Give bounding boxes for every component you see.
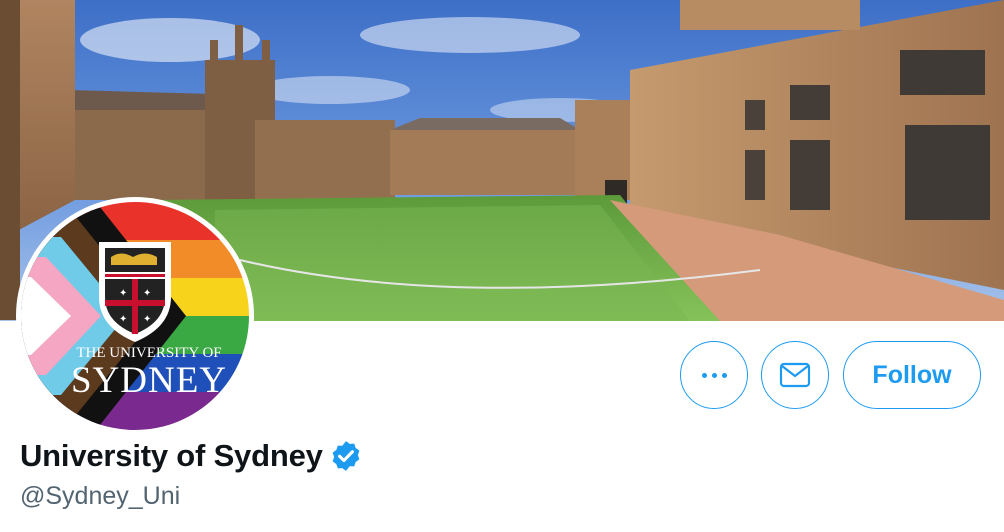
profile-handle: @Sydney_Uni [20, 482, 181, 510]
svg-text:✦: ✦ [119, 314, 127, 325]
follow-button[interactable]: Follow [843, 341, 981, 409]
more-options-button[interactable] [680, 341, 748, 409]
verified-badge-icon [329, 439, 363, 473]
svg-text:✦: ✦ [143, 314, 151, 325]
profile-name: University of Sydney [20, 438, 323, 473]
svg-text:✦: ✦ [119, 288, 127, 299]
message-button[interactable] [761, 341, 829, 409]
envelope-icon [779, 362, 811, 388]
svg-text:✦: ✦ [143, 288, 151, 299]
university-logo-avatar: ✦ ✦ ✦ ✦ THE UNIVERSITY OF SYDNEY [21, 202, 249, 430]
more-dots-icon [701, 372, 727, 378]
profile-avatar[interactable]: ✦ ✦ ✦ ✦ THE UNIVERSITY OF SYDNEY [16, 197, 254, 435]
logo-text-line2: SYDNEY [71, 360, 227, 401]
profile-name-row: University of Sydney [20, 438, 363, 474]
logo-text-line1: THE UNIVERSITY OF [76, 345, 221, 361]
